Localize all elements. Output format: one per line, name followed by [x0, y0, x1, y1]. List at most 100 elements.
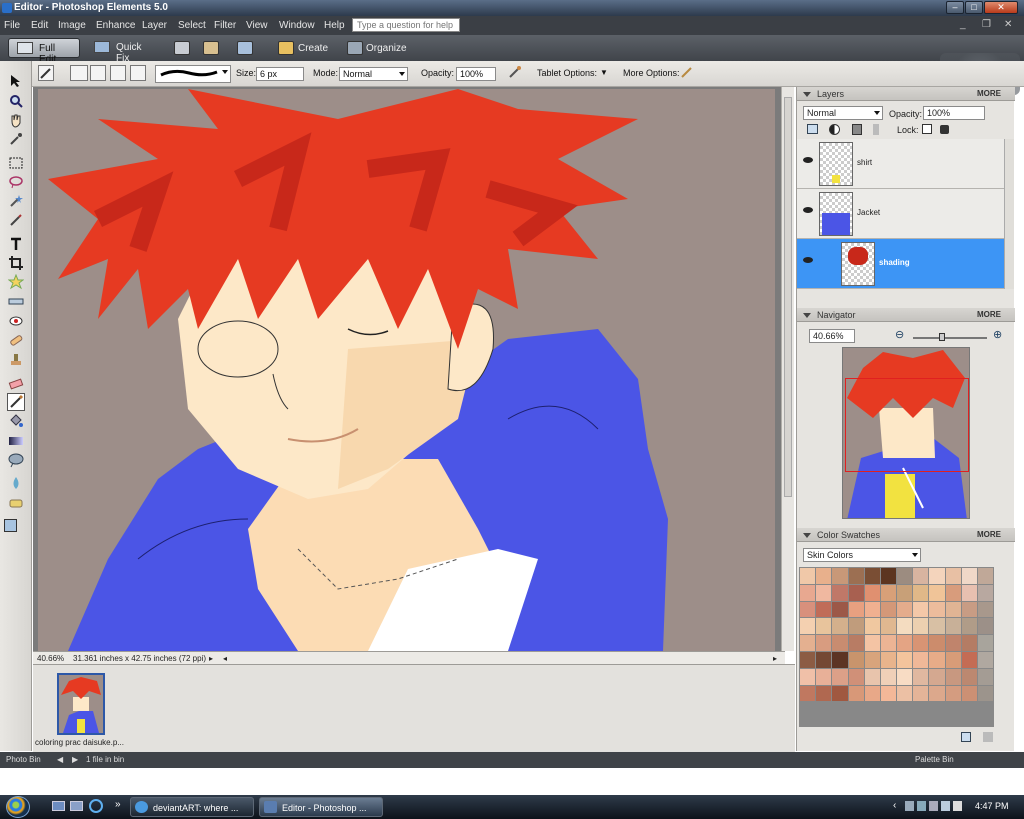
color-swatch[interactable] [880, 651, 896, 668]
layer-blend-select[interactable]: Normal [803, 106, 883, 120]
taskbar-button-editor[interactable]: Editor - Photoshop ... [259, 797, 383, 817]
color-swatch[interactable] [864, 668, 880, 685]
minimize-button[interactable]: – [946, 1, 964, 14]
hand-tool-icon[interactable] [8, 112, 24, 128]
color-swatch[interactable] [848, 568, 864, 584]
opacity-field[interactable]: 100% [456, 67, 496, 81]
color-swatch[interactable] [864, 601, 880, 618]
color-swatch[interactable] [913, 651, 929, 668]
eyedropper-tool-icon[interactable] [8, 131, 24, 147]
red-eye-tool-icon[interactable] [8, 313, 24, 329]
color-swatch[interactable] [848, 601, 864, 618]
swatch-set-select[interactable]: Skin Colors [803, 548, 921, 562]
color-swatch[interactable] [832, 635, 848, 651]
color-swatch[interactable] [945, 685, 961, 702]
menu-file[interactable]: File [4, 20, 20, 31]
color-swatch[interactable] [800, 618, 816, 635]
color-swatch[interactable] [800, 601, 816, 618]
color-swatch[interactable] [832, 668, 848, 685]
color-swatch[interactable] [961, 584, 977, 601]
crop-tool-icon[interactable] [8, 255, 24, 271]
menu-view[interactable]: View [246, 20, 268, 31]
color-swatch[interactable] [945, 568, 961, 584]
full-edit-tab[interactable]: Full Edit [8, 38, 80, 65]
color-swatch[interactable] [929, 601, 945, 618]
sponge-tool-icon[interactable] [8, 495, 24, 511]
color-swatch[interactable] [832, 584, 848, 601]
color-swatch[interactable] [897, 635, 913, 651]
color-swatch[interactable] [816, 668, 832, 685]
color-swatch[interactable] [945, 584, 961, 601]
trash-icon[interactable] [852, 124, 862, 135]
document-canvas[interactable] [38, 89, 775, 651]
swatches-panel-header[interactable]: Color Swatches MORE [797, 528, 1015, 542]
zoom-out-icon[interactable]: ⊖ [895, 328, 904, 341]
color-swatch[interactable] [848, 685, 864, 702]
color-swatch[interactable] [929, 668, 945, 685]
doc-restore-button[interactable]: ❐ [982, 19, 991, 30]
help-search-input[interactable] [352, 18, 460, 32]
color-swatch[interactable] [897, 618, 913, 635]
tray-arrow-icon[interactable]: ‹ [893, 800, 896, 811]
taskbar-button-browser[interactable]: deviantART: where ... [130, 797, 254, 817]
color-swatch[interactable] [880, 584, 896, 601]
selection-brush-tool-icon[interactable] [8, 212, 24, 228]
gradient-tool-icon[interactable] [8, 433, 24, 449]
print-icon[interactable] [174, 41, 190, 55]
navigator-panel-header[interactable]: Navigator MORE [797, 308, 1015, 322]
color-swatch[interactable] [913, 635, 929, 651]
eraser-tool-icon[interactable] [8, 375, 24, 391]
color-swatch[interactable] [961, 685, 977, 702]
bin-thumbnail[interactable] [57, 673, 105, 735]
color-swatch[interactable] [880, 685, 896, 702]
layers-panel-header[interactable]: Layers MORE [797, 87, 1015, 101]
color-swatch[interactable] [977, 685, 993, 702]
move-tool-icon[interactable] [8, 73, 24, 89]
start-button[interactable] [6, 796, 30, 818]
color-swatch[interactable] [961, 635, 977, 651]
color-swatch[interactable] [897, 685, 913, 702]
color-swatch[interactable] [913, 584, 929, 601]
color-swatch[interactable] [864, 635, 880, 651]
layers-more-button[interactable]: MORE [977, 89, 1001, 98]
internet-explorer-icon[interactable] [89, 799, 103, 813]
color-swatch[interactable] [929, 618, 945, 635]
color-swatch[interactable] [800, 568, 816, 584]
scroll-right-icon[interactable]: ▸ [773, 654, 777, 663]
healing-brush-tool-icon[interactable] [8, 332, 24, 348]
link-icon[interactable] [873, 124, 879, 135]
color-swatch[interactable] [816, 635, 832, 651]
color-swatch[interactable] [961, 601, 977, 618]
color-swatch[interactable] [880, 568, 896, 584]
organize-button[interactable]: Organize [366, 43, 407, 54]
tray-icon[interactable] [905, 801, 914, 811]
straighten-tool-icon[interactable] [8, 293, 24, 309]
color-swatch[interactable] [929, 635, 945, 651]
brush-preset-3[interactable] [110, 65, 126, 81]
color-swatch[interactable] [816, 618, 832, 635]
clock[interactable]: 4:47 PM [975, 801, 1009, 811]
layers-scrollbar[interactable] [1004, 139, 1014, 289]
color-swatch[interactable] [929, 685, 945, 702]
zoom-slider[interactable] [913, 333, 987, 341]
navigator-view-box[interactable] [845, 378, 969, 472]
brush-picker[interactable] [155, 65, 231, 83]
color-swatch[interactable] [977, 668, 993, 685]
color-swatch[interactable] [945, 635, 961, 651]
layer-row-jacket[interactable]: Jacket [797, 189, 1004, 239]
photo-bin-toggle[interactable]: Photo Bin [6, 755, 41, 764]
color-swatch[interactable] [816, 685, 832, 702]
brush-options-icon[interactable] [680, 65, 696, 81]
color-swatch[interactable] [848, 584, 864, 601]
navigator-more-button[interactable]: MORE [977, 310, 1001, 319]
color-swatch[interactable] [880, 601, 896, 618]
color-swatch[interactable] [977, 635, 993, 651]
quick-fix-tab[interactable]: Quick Fix [86, 38, 162, 64]
color-swatch[interactable] [945, 618, 961, 635]
color-swatch[interactable] [913, 668, 929, 685]
switch-windows-icon[interactable] [70, 801, 83, 811]
color-swatch[interactable] [848, 618, 864, 635]
size-field[interactable]: 6 px [256, 67, 304, 81]
mode-select[interactable]: Normal [339, 67, 408, 81]
tablet-options-chevron-icon[interactable]: ▼ [600, 68, 608, 77]
